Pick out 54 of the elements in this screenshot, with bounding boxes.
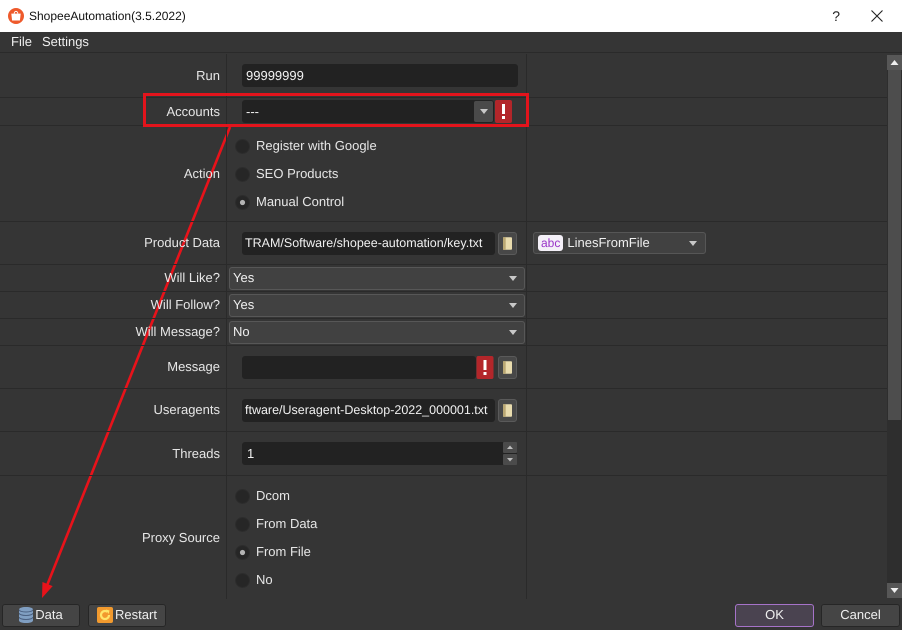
account-dropdown[interactable]: --- [242,100,494,123]
field-label: Useragents [154,401,220,420]
file-path-field[interactable]: TRAM/Software/shopee-automation/key.txt [242,232,495,254]
refresh-icon [97,607,114,623]
menu-item[interactable]: File [6,32,37,52]
dropdown[interactable]: Yes [229,294,525,316]
footer-button[interactable]: Data [2,604,80,626]
shopping-bag-icon [8,8,24,24]
browse-button[interactable] [498,398,517,422]
caret-icon [509,330,517,334]
field-label: Run [196,66,220,85]
caret-icon [509,302,517,308]
field-label: Threads [172,444,220,463]
cancel-button[interactable]: Cancel [821,604,900,626]
radio-label[interactable]: Manual Control [256,192,344,212]
caret-icon [509,276,517,280]
radio-label[interactable]: Dcom [256,486,290,506]
book-icon [503,404,512,416]
menu-item[interactable]: Settings [36,32,94,52]
help-button[interactable]: ? [830,9,842,23]
text-field[interactable]: 99999999 [242,64,518,87]
radio-label[interactable]: From File [256,542,311,562]
radio-label[interactable]: SEO Products [256,164,338,184]
footer-button[interactable]: Restart [88,604,166,626]
scrollbar-track[interactable] [887,55,902,598]
book-icon [503,236,512,250]
dropdown[interactable]: No [229,320,525,344]
radio-label[interactable]: No [256,570,273,590]
radio-button[interactable] [235,544,250,560]
dropdown-button[interactable] [474,101,493,122]
scroll-down-icon[interactable] [887,583,902,598]
type-badge: abc [538,235,564,251]
file-path-field[interactable]: ftware/Useragent-Desktop-2022_000001.txt [242,398,495,422]
field-label: Accounts [166,102,220,121]
radio-button[interactable] [235,194,250,210]
dropdown[interactable]: Yes [229,266,525,290]
caret-icon [480,109,488,114]
window-title: ShopeeAutomation(3.5.2022) [29,8,186,25]
number-field[interactable]: 1 [242,442,517,465]
database-icon [19,607,34,623]
file-path-field[interactable] [242,356,476,378]
radio-label[interactable]: Register with Google [256,136,377,156]
scroll-up-icon[interactable] [887,55,902,70]
caret-icon [689,240,697,246]
field-label: Proxy Source [142,528,220,547]
ok-button[interactable]: OK [735,604,814,626]
book-icon [503,360,512,374]
field-label: Message [167,358,220,376]
close-icon[interactable] [871,10,883,22]
source-dropdown[interactable]: abc LinesFromFile [533,232,706,254]
scrollbar-thumb[interactable] [888,70,901,420]
radio-label[interactable]: From Data [256,514,318,534]
browse-button[interactable] [498,356,517,378]
browse-button[interactable] [498,232,517,254]
